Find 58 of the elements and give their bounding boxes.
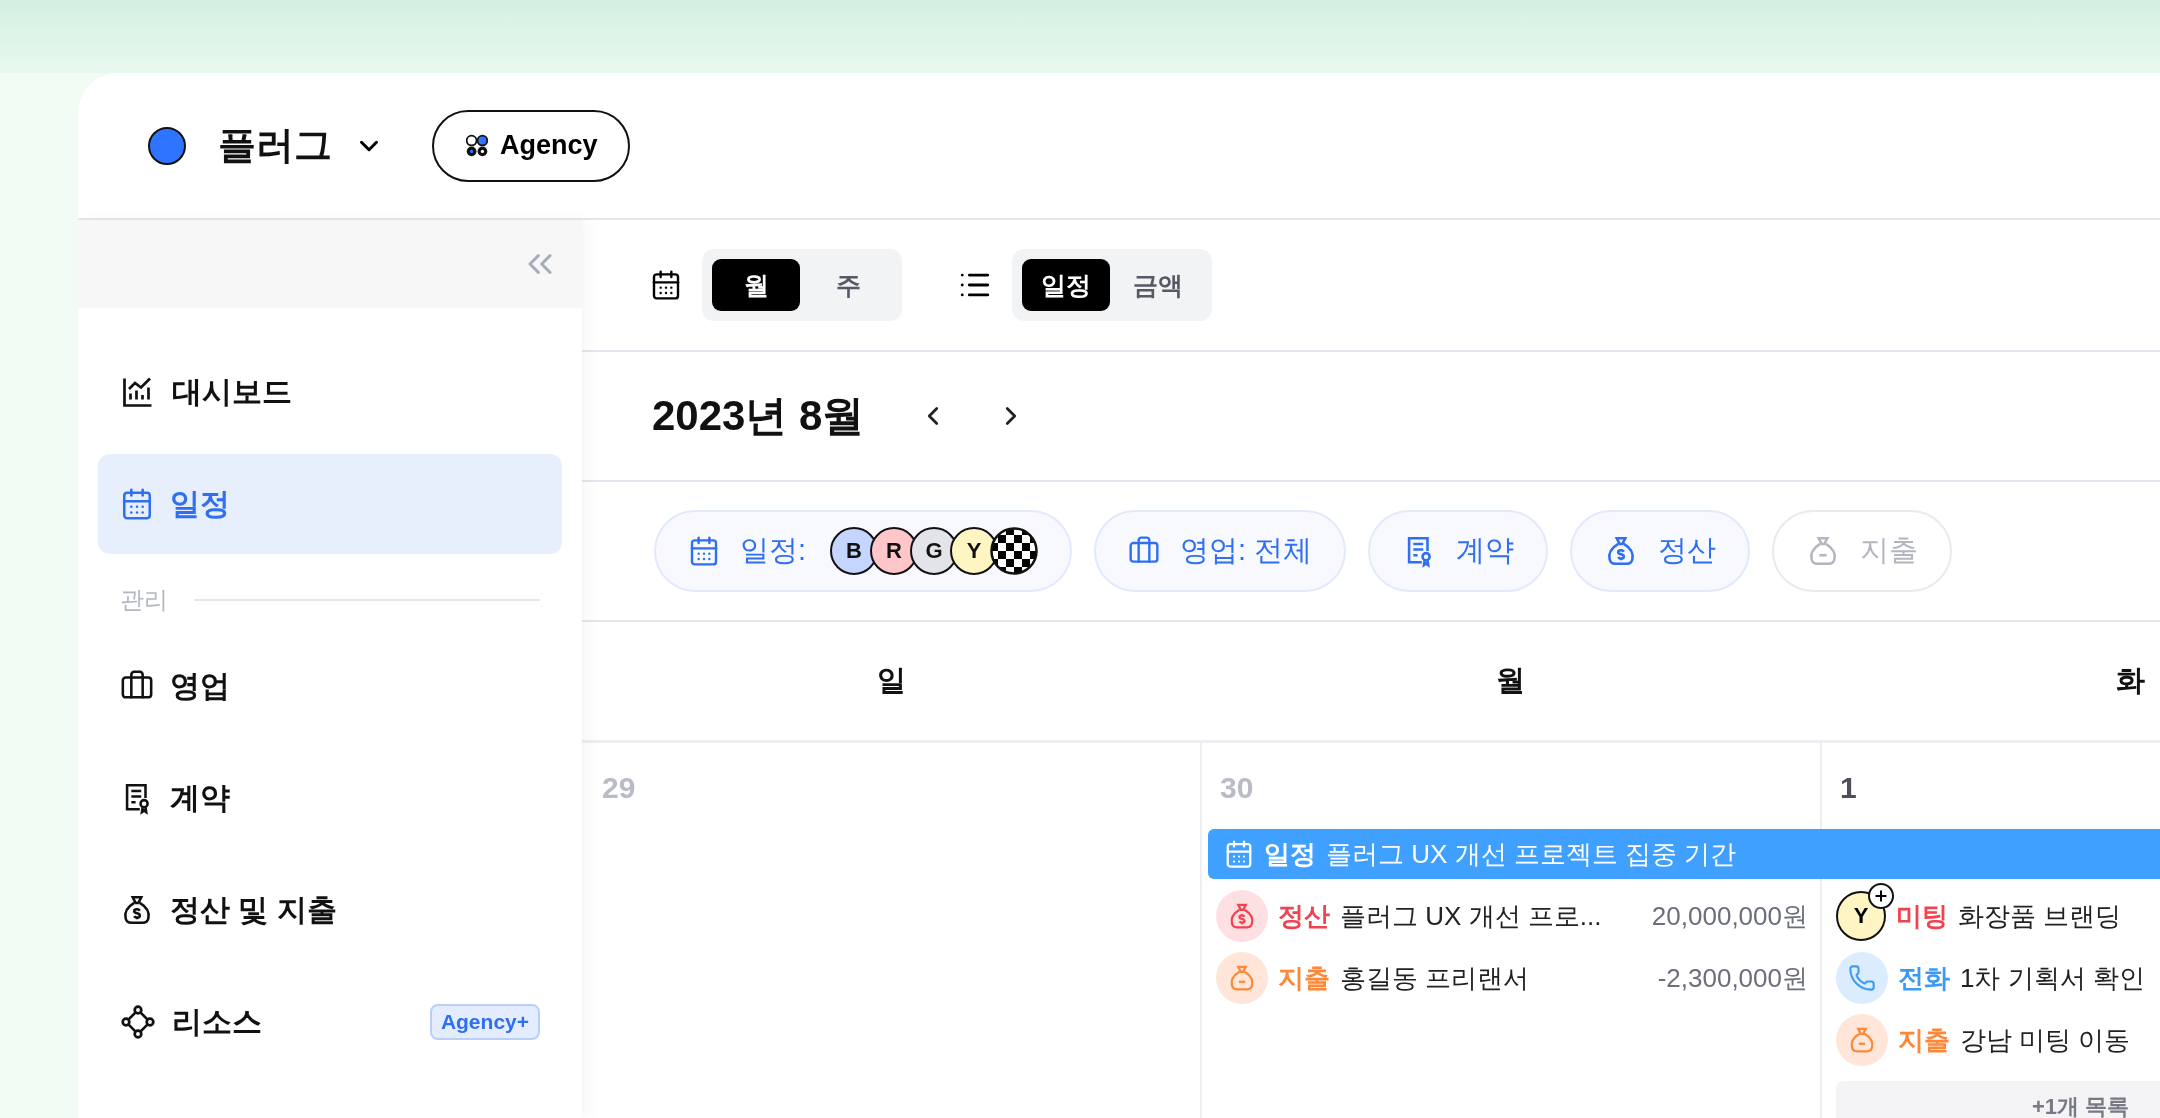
workspace-name[interactable]: 플러그	[218, 120, 332, 171]
section-title: 관리	[120, 585, 168, 615]
event-tag: 전화	[1898, 960, 1950, 996]
view-tab[interactable]: 월	[712, 259, 800, 311]
sidebar-item[interactable]: 리소스 Agency+	[98, 972, 562, 1072]
filter-label: 지출	[1860, 533, 1919, 568]
more-button[interactable]: +1개 목록	[1836, 1081, 2160, 1118]
weekday-header: 화	[1820, 622, 2160, 743]
event-title[interactable]: 홍길동 프리랜서	[1340, 960, 1648, 996]
date-number: 29	[601, 770, 637, 806]
filter-chip[interactable]: 정산	[1570, 510, 1751, 592]
event-amount: 20,000,000원	[1651, 899, 1808, 933]
logo-icon	[464, 132, 490, 159]
plan-label: Agency	[500, 130, 598, 161]
event-amount: -2,300,000원	[1657, 961, 1808, 995]
money-bag-icon	[1216, 952, 1268, 1004]
money-bag-icon	[1216, 890, 1268, 942]
calendar-icon	[120, 487, 154, 521]
sidebar-item[interactable]: 일정	[98, 454, 562, 554]
sidebar-item[interactable]: 영업	[98, 636, 562, 736]
view-tab[interactable]: 주	[804, 259, 892, 311]
event-tag: 일정	[1264, 836, 1316, 872]
plan-badge[interactable]: Agency	[432, 109, 630, 182]
event-title[interactable]: 강남 미팅 이동	[1960, 1022, 2160, 1058]
date-number: 1	[1839, 770, 1858, 806]
mode-tab[interactable]: 일정	[1022, 259, 1110, 311]
weekday-header: 월	[1200, 622, 1820, 743]
sidebar-item[interactable]: 계약	[98, 748, 562, 848]
event-title[interactable]: 화장품 브랜딩	[1958, 898, 2160, 934]
filter-chip[interactable]: 영업: 전체	[1094, 510, 1347, 592]
phone-icon	[1836, 952, 1888, 1004]
checkered-avatar	[990, 527, 1039, 575]
network-icon	[120, 1004, 156, 1040]
weekday-header: 일	[582, 622, 1200, 743]
event-title[interactable]: 플러그 UX 개선 프로...	[1340, 898, 1642, 934]
sidebar-item[interactable]: 정산 및 지출	[98, 860, 562, 960]
event-title: 플러그 UX 개선 프로젝트 집중 기간	[1326, 837, 1737, 871]
money-bag-icon	[1836, 1014, 1888, 1066]
plus-icon	[1868, 883, 1894, 909]
plan-tag: Agency+	[429, 1004, 540, 1040]
filter-chip[interactable]: 일정: B R G Y	[654, 510, 1073, 592]
event-tag: 정산	[1278, 898, 1330, 934]
month-title: 2023년 8월	[652, 391, 865, 441]
filter-label: 일정:	[740, 533, 807, 568]
filter-chip[interactable]: 계약	[1368, 510, 1549, 592]
filter-label: 영업: 전체	[1180, 533, 1313, 568]
sidebar-item[interactable]: 대시보드	[98, 342, 562, 442]
calendar-icon	[650, 269, 682, 301]
event-title[interactable]: 1차 기획서 확인	[1960, 960, 2160, 996]
mode-tab[interactable]: 금액	[1114, 259, 1202, 311]
event-tag: 지출	[1278, 960, 1330, 996]
event-tag: 미팅	[1896, 898, 1948, 934]
filter-label: 계약	[1456, 533, 1515, 568]
event-tag: 지출	[1898, 1022, 1950, 1058]
filter-label: 정산	[1658, 533, 1717, 568]
date-number: 30	[1219, 770, 1255, 806]
calendar-icon	[1224, 839, 1254, 869]
calendar-icon	[688, 535, 720, 567]
